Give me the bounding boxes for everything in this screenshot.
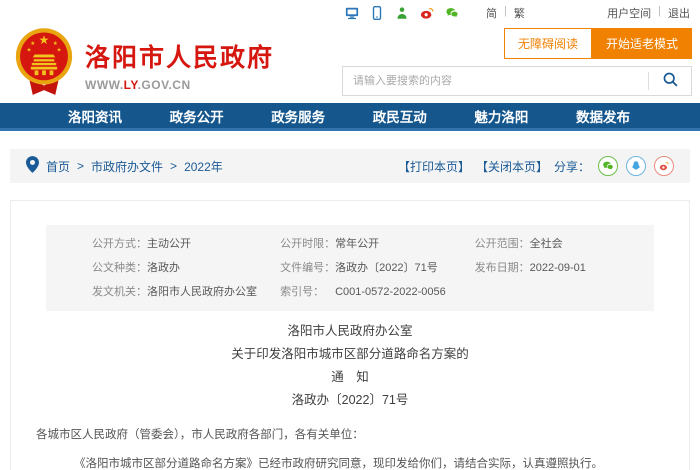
qq-share-icon[interactable] bbox=[626, 156, 646, 176]
meta-issuing-agency: 发文机关：洛阳市人民政府办公室 bbox=[92, 286, 257, 298]
breadcrumb-bar: 首页 > 市政府办文件 > 2022年 【打印本页】 【关闭本页】 分享： bbox=[10, 149, 690, 183]
breadcrumb-city-gov-documents[interactable]: 市政府办文件 bbox=[91, 158, 163, 175]
nav-item-public-interaction[interactable]: 政民互动 bbox=[373, 106, 427, 126]
page-actions: 【打印本页】 【关闭本页】 分享： bbox=[398, 156, 674, 176]
document-content-card: 公开方式：主动公开 公开时限：常年公开 公开范围：全社会 公文种类：洛政办 文件… bbox=[10, 200, 690, 470]
weibo-share-icon[interactable] bbox=[654, 156, 674, 176]
meta-publish-date: 发布日期：2022-09-01 bbox=[474, 262, 586, 274]
document-title-line: 洛阳市人民政府办公室 bbox=[287, 324, 413, 338]
nav-item-gov-services[interactable]: 政务服务 bbox=[271, 106, 325, 126]
meta-disclosure-method: 公开方式：主动公开 bbox=[92, 238, 191, 250]
main-navigation: 洛阳资讯 政务公开 政务服务 政民互动 魅力洛阳 数据发布 bbox=[0, 103, 700, 131]
document-meta-table: 公开方式：主动公开 公开时限：常年公开 公开范围：全社会 公文种类：洛政办 文件… bbox=[46, 225, 654, 311]
accessibility-reading-button[interactable]: 无障碍阅读 bbox=[503, 28, 592, 59]
share-label: 分享： bbox=[553, 159, 590, 174]
site-name: 洛阳市人民政府 bbox=[85, 43, 275, 72]
meta-document-type: 公文种类：洛政办 bbox=[92, 262, 180, 274]
site-url: WWW.LY.GOV.CN bbox=[85, 78, 274, 92]
document-title: 洛阳市人民政府办公室 关于印发洛阳市城市区部分道路命名方案的 通 知 洛政办〔2… bbox=[11, 320, 689, 412]
elder-mode-button[interactable]: 开始适老模式 bbox=[591, 28, 692, 59]
breadcrumb-separator: > bbox=[77, 159, 85, 173]
breadcrumb-current-year: 2022年 bbox=[184, 159, 223, 174]
document-paragraph: 《洛阳市城市区部分道路命名方案》已经市政府研究同意，现印发给你们，请结合实际，认… bbox=[74, 458, 603, 470]
svg-text:★: ★ bbox=[53, 40, 58, 47]
location-pin-icon bbox=[26, 156, 39, 176]
nav-item-luoyang-news[interactable]: 洛阳资讯 bbox=[68, 106, 122, 126]
page: 简 | 繁 用户空间 | 退出 ★ ★ ★ ★ ★ 洛阳市人民政府 WWW.LY… bbox=[0, 0, 700, 470]
desktop-icon[interactable] bbox=[345, 6, 359, 20]
app-icon[interactable] bbox=[395, 6, 409, 20]
wechat-share-icon[interactable] bbox=[598, 156, 618, 176]
header-right: 无障碍阅读 开始适老模式 bbox=[342, 28, 692, 96]
site-title-block: 洛阳市人民政府 WWW.LY.GOV.CN bbox=[85, 38, 274, 92]
breadcrumb-separator: > bbox=[170, 159, 178, 173]
mobile-phone-icon[interactable] bbox=[370, 6, 384, 20]
national-emblem-icon: ★ ★ ★ ★ ★ bbox=[14, 27, 74, 102]
close-page-link[interactable]: 【关闭本页】 bbox=[476, 158, 548, 175]
lang-divider: | bbox=[504, 5, 507, 17]
lang-simplified[interactable]: 简 bbox=[486, 5, 497, 21]
meta-disclosure-scope: 公开范围：全社会 bbox=[474, 238, 563, 250]
weibo-icon[interactable] bbox=[420, 6, 434, 20]
breadcrumb-home[interactable]: 首页 bbox=[46, 158, 70, 175]
nav-item-charming-luoyang[interactable]: 魅力洛阳 bbox=[474, 106, 528, 126]
site-url-suffix: .GOV.CN bbox=[137, 77, 191, 92]
svg-text:★: ★ bbox=[39, 33, 50, 47]
search-bar bbox=[342, 66, 692, 96]
search-icon bbox=[662, 71, 679, 91]
language-switch: 简 | 繁 bbox=[486, 5, 525, 21]
site-header: ★ ★ ★ ★ ★ 洛阳市人民政府 WWW.LY.GOV.CN 无障碍阅读 开始… bbox=[0, 26, 700, 103]
header-buttons: 无障碍阅读 开始适老模式 bbox=[342, 28, 692, 59]
meta-index-number: 索引号： C001-0572-2022-0056 bbox=[280, 286, 446, 298]
wechat-icon[interactable] bbox=[445, 6, 459, 20]
document-title-line: 通 知 bbox=[331, 370, 369, 384]
meta-disclosure-period: 公开时限：常年公开 bbox=[280, 238, 380, 250]
utility-icons bbox=[345, 6, 459, 20]
user-links: 用户空间 | 退出 bbox=[607, 5, 690, 21]
user-links-divider: | bbox=[658, 5, 661, 17]
meta-document-number: 文件编号：洛政办〔2022〕71号 bbox=[280, 262, 438, 274]
lang-traditional[interactable]: 繁 bbox=[514, 5, 525, 21]
svg-text:★: ★ bbox=[56, 47, 61, 54]
nav-item-data-release[interactable]: 数据发布 bbox=[576, 106, 630, 126]
user-space-link[interactable]: 用户空间 bbox=[607, 5, 651, 21]
document-paragraph: 各城市区人民政府（管委会），市人民政府各部门，各有关单位： bbox=[36, 429, 364, 441]
nav-item-gov-disclosure[interactable]: 政务公开 bbox=[170, 106, 224, 126]
search-button[interactable] bbox=[649, 67, 691, 95]
search-input[interactable] bbox=[343, 75, 648, 87]
breadcrumb: 首页 > 市政府办文件 > 2022年 bbox=[26, 156, 223, 176]
svg-text:★: ★ bbox=[30, 40, 35, 47]
site-url-highlight: LY bbox=[123, 77, 138, 92]
print-page-link[interactable]: 【打印本页】 bbox=[398, 158, 470, 175]
document-body: 各城市区人民政府（管委会），市人民政府各部门，各有关单位： 《洛阳市城市区部分道… bbox=[11, 421, 689, 470]
svg-text:★: ★ bbox=[26, 47, 31, 54]
site-logo[interactable]: ★ ★ ★ ★ ★ 洛阳市人民政府 WWW.LY.GOV.CN bbox=[14, 26, 274, 103]
document-title-line: 关于印发洛阳市城市区部分道路命名方案的 bbox=[231, 347, 469, 361]
utility-bar: 简 | 繁 用户空间 | 退出 bbox=[0, 0, 700, 26]
logout-link[interactable]: 退出 bbox=[668, 5, 690, 21]
document-number-line: 洛政办〔2022〕71号 bbox=[291, 393, 409, 407]
site-url-prefix: WWW. bbox=[85, 77, 124, 92]
